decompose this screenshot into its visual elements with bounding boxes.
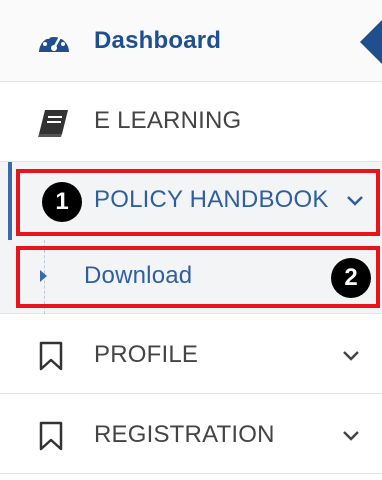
chevron-down-icon [342, 429, 360, 447]
chevron-down-icon [342, 349, 360, 367]
sidebar-menu: Dashboard E LEARNING POLICY HANDBOOK Dow… [0, 0, 382, 480]
sidebar-item-label: REGISTRATION [94, 421, 275, 448]
bookmark-icon [38, 341, 64, 376]
annotation-badge-1: 1 [42, 182, 82, 222]
sidebar-item-label: E LEARNING [94, 107, 242, 134]
submenu-item-download[interactable]: Download [0, 240, 382, 314]
sidebar-item-label: PROFILE [94, 341, 199, 368]
sidebar-item-profile[interactable]: PROFILE [0, 314, 382, 394]
submenu-item-label: Download [84, 262, 193, 289]
chevron-down-icon [346, 194, 364, 212]
caret-right-icon [40, 270, 47, 282]
sidebar-item-label: Dashboard [94, 27, 222, 54]
active-accent-bar [8, 162, 12, 240]
bookmark-icon [38, 421, 64, 456]
active-pointer-icon [360, 20, 382, 64]
sidebar-item-registration[interactable]: REGISTRATION [0, 394, 382, 474]
sidebar-item-dashboard[interactable]: Dashboard [0, 0, 382, 82]
sidebar-item-label: POLICY HANDBOOK [94, 186, 329, 213]
book-icon [36, 108, 70, 143]
sidebar-item-e-learning[interactable]: E LEARNING [0, 82, 382, 162]
speedometer-icon [36, 28, 72, 59]
annotation-badge-2: 2 [331, 258, 371, 298]
